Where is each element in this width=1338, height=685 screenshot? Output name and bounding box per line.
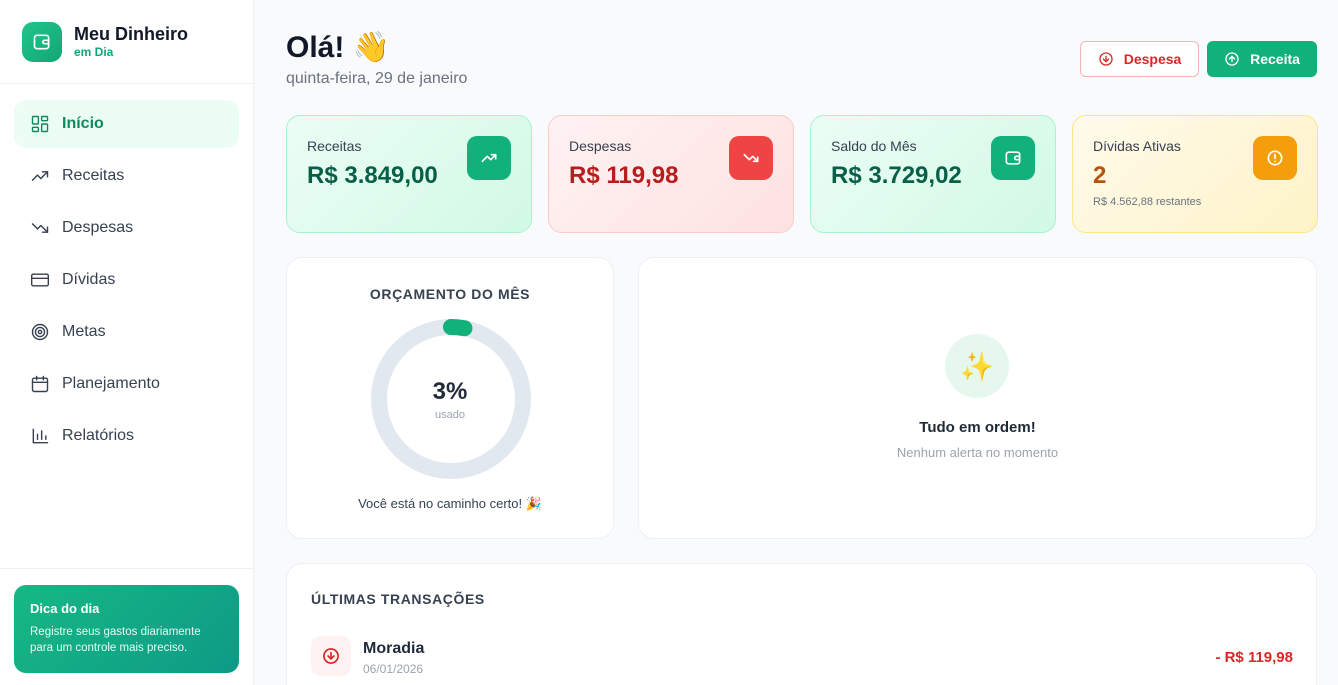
main-content: Olá! 👋 quinta-feira, 29 de janeiro Despe… (286, 0, 1318, 685)
alerts-panel: ✨ Tudo em ordem! Nenhum alerta no moment… (638, 257, 1317, 539)
brand-subtitle: em Dia (74, 44, 114, 59)
arrow-up-circle-icon (1225, 52, 1239, 66)
sidebar-item-receitas[interactable]: Receitas (14, 152, 239, 200)
income-card: Receitas R$ 3.849,00 (286, 115, 532, 233)
balance-card: Saldo do Mês R$ 3.729,02 (810, 115, 1056, 233)
credit-card-icon (30, 273, 50, 287)
transaction-row[interactable]: Moradia 06/01/2026 - R$ 119,98 (311, 636, 1293, 680)
card-subtext: R$ 4.562,88 restantes (1093, 196, 1202, 208)
sidebar-item-inicio[interactable]: Início (14, 100, 239, 148)
grid-icon (31, 115, 49, 133)
brand-title: Meu Dinheiro (74, 23, 189, 44)
trending-down-icon (31, 223, 49, 233)
sidebar-item-despesas[interactable]: Despesas (14, 204, 239, 252)
target-icon (31, 323, 49, 341)
transaction-name: Moradia (363, 640, 425, 657)
page-title: Olá! 👋 (286, 31, 391, 64)
wallet-icon (22, 21, 62, 62)
alerts-subtitle: Nenhum alerta no momento (896, 445, 1059, 460)
budget-percent: 3% (432, 378, 468, 405)
sidebar-item-planejamento[interactable]: Planejamento (14, 360, 239, 408)
add-expense-label: Despesa (1123, 51, 1182, 67)
sidebar-item-dividas[interactable]: Dívidas (14, 256, 239, 304)
budget-message: Você está no caminho certo! 🎉 (358, 496, 542, 511)
alert-circle-icon (1253, 136, 1297, 180)
add-income-button[interactable]: Receita (1207, 41, 1317, 77)
wallet-icon (991, 136, 1035, 180)
sidebar-nav: Início Receitas Despesas Dívidas Metas P… (0, 84, 253, 460)
sidebar-item-label: Início (62, 115, 104, 132)
budget-used-label: usado (435, 409, 465, 421)
transaction-amount: - R$ 119,98 (1215, 649, 1293, 666)
tip-text: Registre seus gastos diariamente para um… (30, 626, 201, 654)
trending-up-icon (31, 171, 49, 181)
sidebar-item-label: Metas (62, 323, 106, 340)
sidebar-item-metas[interactable]: Metas (14, 308, 239, 356)
alerts-title: Tudo em ordem! (919, 419, 1036, 436)
sidebar-item-label: Planejamento (62, 375, 160, 392)
arrow-down-circle-icon (1099, 52, 1113, 66)
arrow-down-circle-icon (311, 636, 351, 676)
add-expense-button[interactable]: Despesa (1080, 41, 1199, 77)
sidebar-item-label: Dívidas (62, 271, 116, 288)
bar-chart-icon (32, 428, 49, 444)
expense-card: Despesas R$ 119,98 (548, 115, 794, 233)
sidebar-item-relatorios[interactable]: Relatórios (14, 412, 239, 460)
sidebar-item-label: Relatórios (62, 427, 135, 444)
transactions-title: ÚLTIMAS TRANSAÇÕES (311, 591, 485, 607)
sidebar-item-label: Receitas (62, 167, 125, 184)
sidebar-item-label: Despesas (62, 219, 134, 236)
calendar-icon (31, 375, 49, 393)
transactions-panel: ÚLTIMAS TRANSAÇÕES Moradia 06/01/2026 - … (286, 563, 1317, 685)
current-date: quinta-feira, 29 de janeiro (286, 70, 468, 87)
debts-card: Dívidas Ativas 2 R$ 4.562,88 restantes (1072, 115, 1318, 233)
sidebar-footer: Dica do dia Registre seus gastos diariam… (0, 568, 253, 685)
transaction-date: 06/01/2026 (363, 662, 424, 676)
budget-panel: ORÇAMENTO DO MÊS 3% usado Você está no c… (286, 257, 614, 539)
tip-card: Dica do dia Registre seus gastos diariam… (14, 585, 239, 673)
trending-down-icon (729, 136, 773, 180)
trending-up-icon (467, 136, 511, 180)
sidebar: Meu Dinheiro em Dia Início Receitas Desp… (0, 0, 254, 685)
sparkles-icon: ✨ (945, 334, 1009, 398)
budget-title: ORÇAMENTO DO MÊS (369, 286, 531, 302)
brand[interactable]: Meu Dinheiro em Dia (0, 0, 253, 84)
tip-title: Dica do dia (30, 601, 100, 616)
add-income-label: Receita (1250, 51, 1300, 67)
